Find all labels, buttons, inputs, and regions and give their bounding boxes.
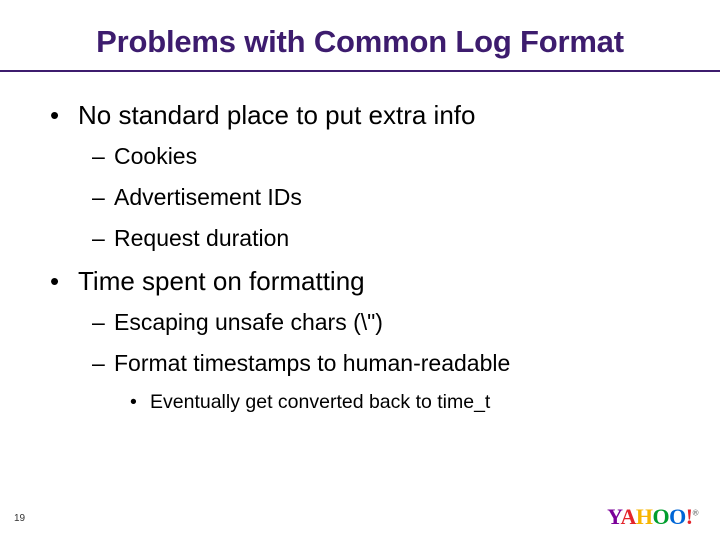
list-item: • Eventually get converted back to time_… [50, 391, 686, 414]
bullet-dash-icon: – [92, 309, 114, 336]
trademark-symbol: ® [693, 509, 698, 518]
list-item: • No standard place to put extra info – … [50, 100, 686, 252]
list-item: • Time spent on formatting – Escaping un… [50, 266, 686, 414]
title-underline [0, 70, 720, 72]
list-item-text: Escaping unsafe chars (\") [114, 309, 383, 336]
list-item-text: No standard place to put extra info [78, 100, 475, 131]
bullet-dot-icon: • [50, 100, 78, 131]
bullet-dash-icon: – [92, 225, 114, 252]
list-item: – Escaping unsafe chars (\") [50, 309, 686, 336]
list-item-text: Cookies [114, 143, 197, 170]
slide-title: Problems with Common Log Format [34, 24, 686, 60]
bullet-dash-icon: – [92, 350, 114, 377]
yahoo-logo: YAHOO!® [607, 504, 698, 530]
bullet-dot-icon: • [50, 266, 78, 297]
bullet-dash-icon: – [92, 143, 114, 170]
list-item: – Advertisement IDs [50, 184, 686, 211]
list-item: – Cookies [50, 143, 686, 170]
bullet-dot-icon: • [130, 391, 150, 414]
list-item: – Format timestamps to human-readable • … [50, 350, 686, 414]
list-item-text: Format timestamps to human-readable [114, 350, 510, 377]
list-item-text: Eventually get converted back to time_t [150, 391, 490, 414]
bullet-dash-icon: – [92, 184, 114, 211]
list-item-text: Time spent on formatting [78, 266, 365, 297]
slide: Problems with Common Log Format • No sta… [0, 0, 720, 540]
page-number: 19 [14, 513, 25, 524]
list-item: – Request duration [50, 225, 686, 252]
bullet-list: • No standard place to put extra info – … [50, 100, 686, 414]
slide-content: • No standard place to put extra info – … [34, 100, 686, 414]
list-item-text: Advertisement IDs [114, 184, 302, 211]
list-item-text: Request duration [114, 225, 289, 252]
